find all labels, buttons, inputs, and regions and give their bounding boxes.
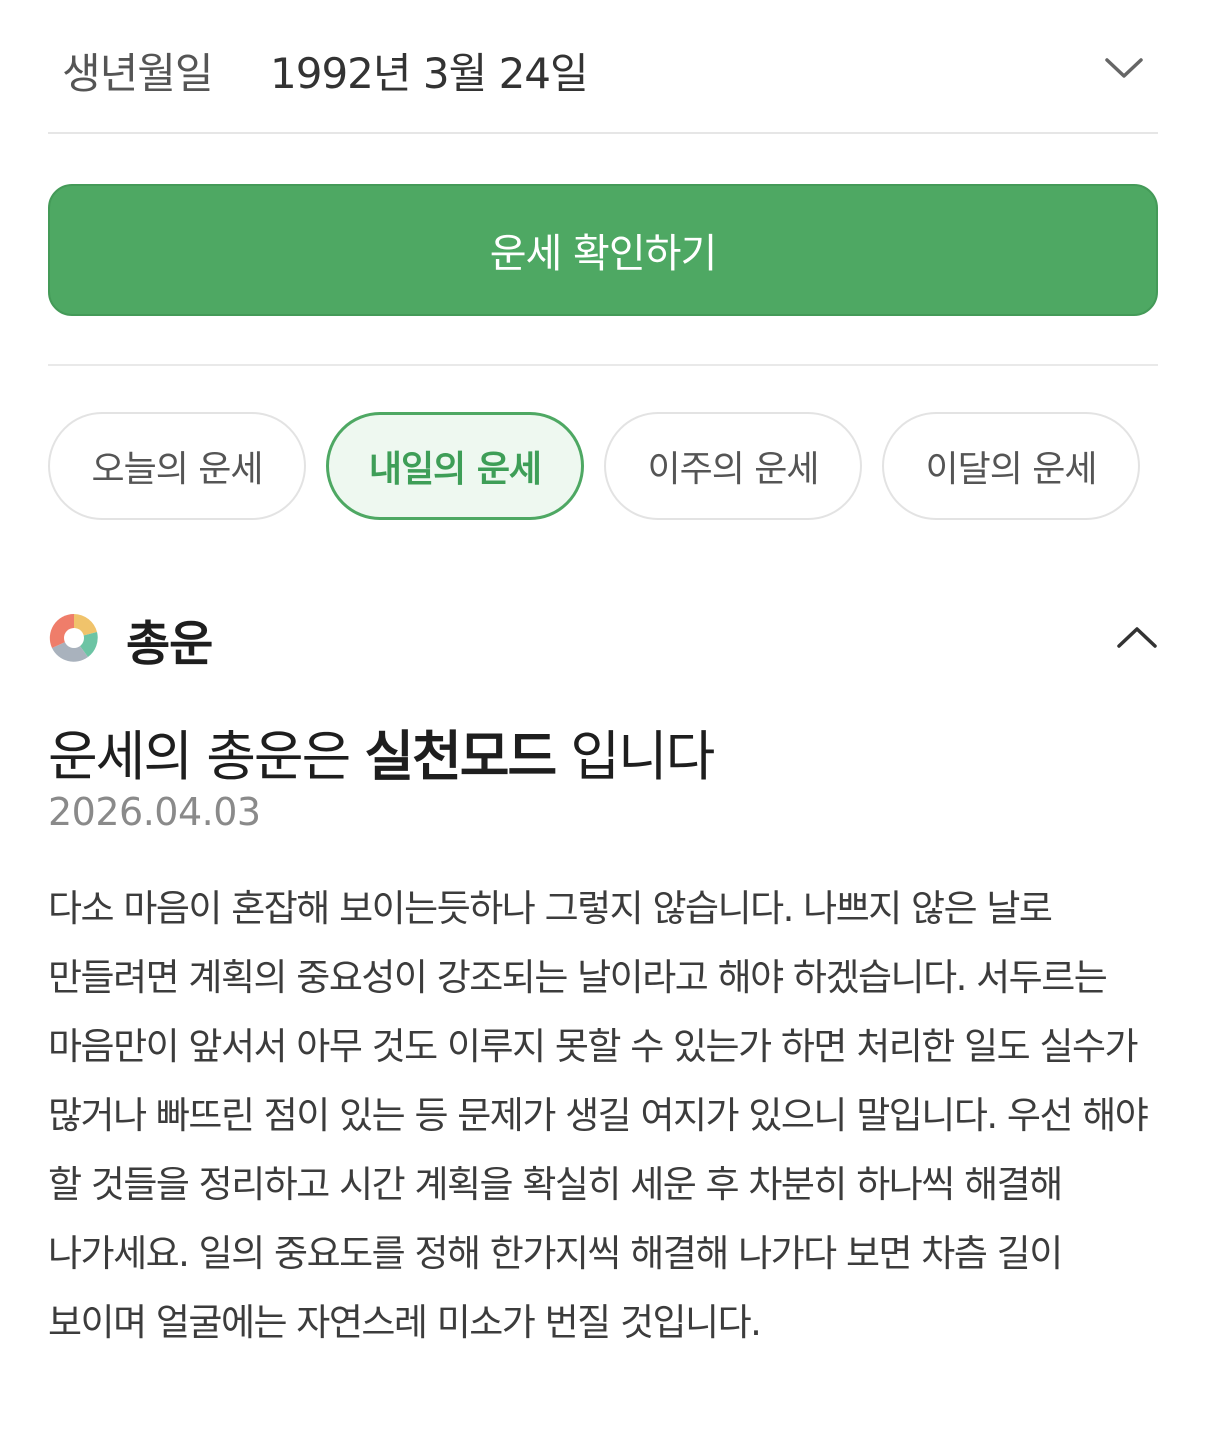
- tab-this-month[interactable]: 이달의 운세: [882, 412, 1140, 520]
- pie-chart-icon: [49, 613, 98, 662]
- tab-today[interactable]: 오늘의 운세: [48, 412, 306, 520]
- chevron-up-icon[interactable]: [1116, 622, 1158, 652]
- birthdate-value[interactable]: 1992년 3월 24일: [270, 40, 589, 101]
- birthdate-select[interactable]: 생년월일 1992년 3월 24일: [48, 0, 1158, 134]
- birthdate-label: 생년월일: [62, 49, 214, 98]
- headline-prefix: 운세의 총운은: [48, 725, 365, 788]
- tab-tomorrow[interactable]: 내일의 운세: [326, 412, 584, 520]
- fortune-description: 다소 마음이 혼잡해 보이는듯하나 그렇지 않습니다. 나쁘지 않은 날로 만들…: [48, 887, 1149, 1344]
- fortune-headline: 운세의 총운은 실천모드 입니다: [48, 712, 715, 791]
- headline-emphasis: 실천모드: [364, 725, 557, 788]
- fortune-period-tabs: 오늘의 운세 내일의 운세 이주의 운세 이달의 운세: [48, 412, 1140, 520]
- section-header-general[interactable]: 총운: [48, 600, 1158, 676]
- section-title: 총운: [126, 616, 213, 672]
- check-fortune-button[interactable]: 운세 확인하기: [48, 184, 1158, 316]
- fortune-date: 2026.04.03: [48, 790, 261, 834]
- headline-suffix: 입니다: [555, 725, 715, 788]
- tab-this-week[interactable]: 이주의 운세: [604, 412, 862, 520]
- divider: [48, 364, 1158, 366]
- chevron-down-icon[interactable]: [1104, 52, 1144, 82]
